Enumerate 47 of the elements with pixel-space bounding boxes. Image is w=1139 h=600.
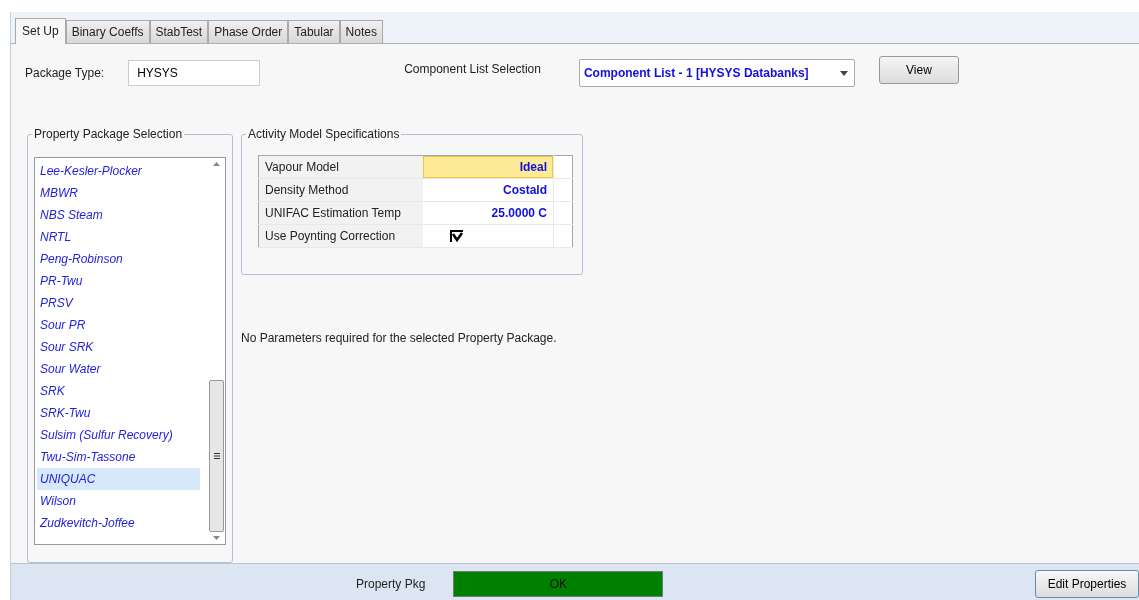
- tab[interactable]: Phase Order: [208, 20, 289, 43]
- property-name: Density Method: [258, 178, 423, 202]
- list-item[interactable]: Twu-Sim-Tassone: [37, 446, 200, 468]
- view-button[interactable]: View: [878, 56, 959, 84]
- group-title: Activity Model Specifications: [247, 127, 401, 141]
- property-name: Vapour Model: [258, 155, 423, 179]
- list-item[interactable]: Peng-Robinson: [37, 248, 200, 270]
- list-item[interactable]: PR-Twu: [37, 270, 200, 292]
- list-item[interactable]: Sour SRK: [37, 336, 200, 358]
- list-item[interactable]: Sour PR: [37, 314, 200, 336]
- list-item[interactable]: Zudkevitch-Joffee: [37, 512, 200, 534]
- list-item[interactable]: Wilson: [37, 490, 200, 512]
- tab[interactable]: StabTest: [149, 20, 209, 43]
- tab[interactable]: Notes: [339, 20, 383, 43]
- list-item[interactable]: MBWR: [37, 182, 200, 204]
- scroll-down-icon[interactable]: [213, 536, 220, 540]
- checkbox[interactable]: [450, 230, 464, 244]
- property-value[interactable]: Costald: [423, 178, 554, 202]
- property-value[interactable]: 25.0000 C: [423, 201, 554, 225]
- list-item[interactable]: UNIQUAC: [37, 468, 200, 490]
- group-title: Property Package Selection: [33, 127, 184, 141]
- grip-icon: [213, 453, 220, 459]
- scroll-thumb[interactable]: [209, 380, 224, 532]
- list-item[interactable]: PRSV: [37, 292, 200, 314]
- caret-icon: [839, 70, 848, 76]
- component-list-dropdown[interactable]: Component List - 1 [HYSYS Databanks]: [578, 59, 855, 87]
- status-indicator: OK: [453, 571, 664, 597]
- list-item[interactable]: NRTL: [37, 226, 200, 248]
- list-item[interactable]: Sulsim (Sulfur Recovery): [37, 424, 200, 446]
- field-label: Component List Selection: [404, 62, 541, 76]
- list-item[interactable]: SRK-Twu: [37, 402, 200, 424]
- field-label: Package Type:: [25, 66, 105, 80]
- status-label: Property Pkg: [356, 577, 426, 591]
- property-name: Use Poynting Correction: [258, 224, 423, 248]
- property-name: UNIFAC Estimation Temp: [258, 201, 423, 225]
- tab[interactable]: Binary Coeffs: [65, 20, 150, 43]
- list-item[interactable]: Sour Water: [37, 358, 200, 380]
- list-item[interactable]: SRK: [37, 380, 200, 402]
- info-message: No Parameters required for the selected Property Package.: [241, 331, 558, 345]
- edit-properties-button[interactable]: Edit Properties: [1035, 570, 1139, 598]
- list-item[interactable]: Lee-Kesler-Plocker: [37, 160, 200, 182]
- list-item[interactable]: NBS Steam: [37, 204, 200, 226]
- package-type-field[interactable]: HYSYS: [128, 60, 261, 86]
- tab[interactable]: Tabular: [288, 20, 340, 43]
- scroll-up-icon[interactable]: [213, 162, 220, 166]
- property-value[interactable]: Ideal: [423, 155, 554, 179]
- tab[interactable]: Set Up: [15, 18, 66, 44]
